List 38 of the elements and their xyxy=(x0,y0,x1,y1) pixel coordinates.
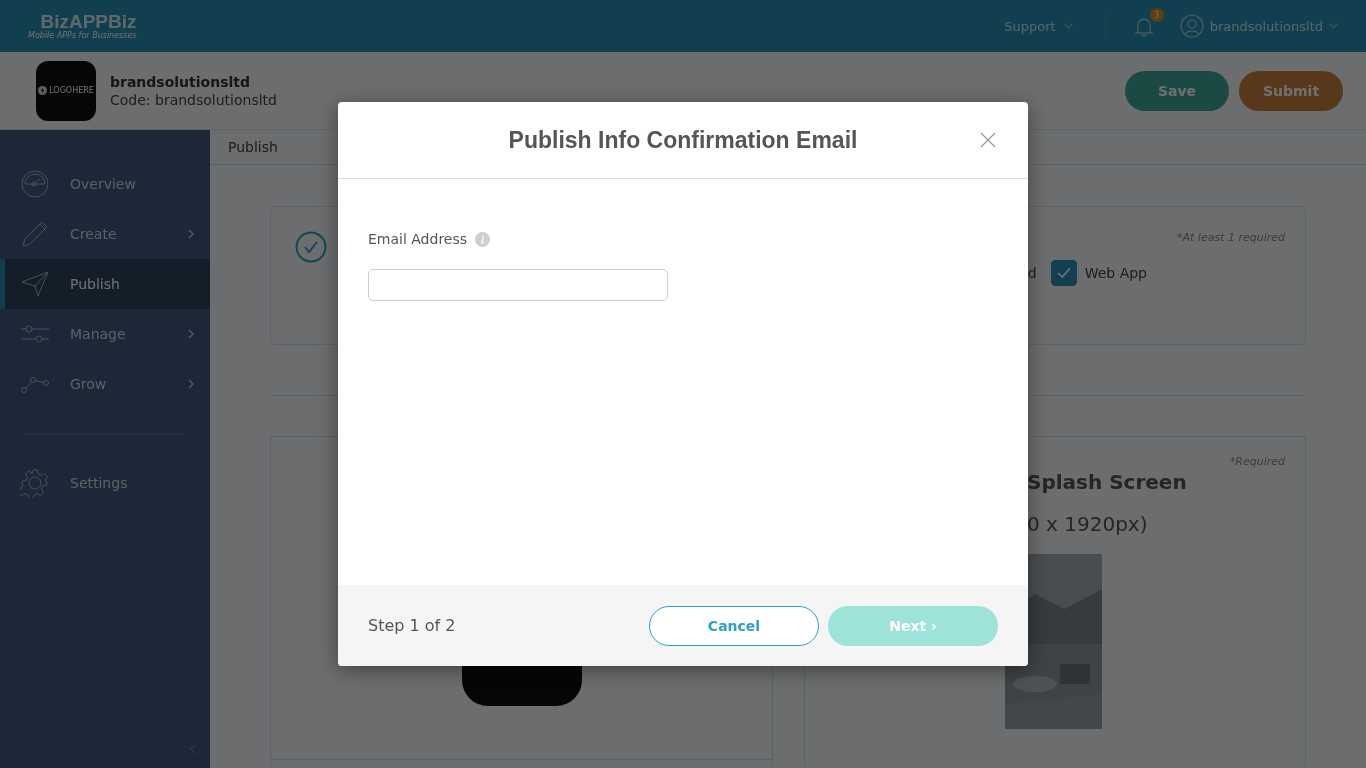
platform-label: Web App xyxy=(1084,265,1147,281)
pencil-icon xyxy=(20,219,50,249)
brand-tagline: Mobile APPs for Businesses xyxy=(28,32,137,40)
support-menu[interactable]: Support xyxy=(1004,18,1073,34)
field-label: Email Address xyxy=(368,231,468,247)
step-indicator: Step 1 of 2 xyxy=(368,616,456,635)
sidebar-item[interactable]: Manage xyxy=(0,309,210,359)
gauge-icon xyxy=(20,169,50,199)
breadcrumb: Publish xyxy=(228,139,278,155)
email-input[interactable] xyxy=(368,269,668,301)
account-name: brandsolutionsltd xyxy=(110,73,251,90)
checkbox[interactable] xyxy=(1050,260,1077,286)
splash-size: 0 x 1920px) xyxy=(1027,512,1149,536)
info-icon[interactable] xyxy=(475,231,491,247)
sidebar-item[interactable]: Settings xyxy=(0,458,210,508)
sidebar-item[interactable]: Overview xyxy=(0,159,210,209)
check-circle-icon xyxy=(295,231,327,263)
brand-logo[interactable]: BizAPPBiz xyxy=(40,12,137,31)
platform-label: d xyxy=(1027,265,1037,281)
send-icon xyxy=(20,269,50,299)
dialog-title: Publish Info Confirmation Email xyxy=(508,126,858,154)
cancel-button[interactable]: Cancel xyxy=(649,605,819,646)
chevron-down-icon xyxy=(1329,23,1338,29)
user-menu[interactable]: brandsolutionsltd xyxy=(1179,14,1338,38)
splash-title: Splash Screen xyxy=(1027,470,1188,494)
save-button[interactable]: Save xyxy=(1125,70,1229,111)
user-avatar-icon xyxy=(1179,14,1204,38)
notification-badge: 3 xyxy=(1149,8,1164,22)
sidebar-item[interactable]: Grow xyxy=(0,359,210,409)
sidebar-item[interactable]: Create xyxy=(0,209,210,259)
close-icon[interactable] xyxy=(980,132,996,148)
account-code: Code: brandsolutionsltd xyxy=(110,91,277,108)
check-icon xyxy=(1056,267,1071,279)
logo-text: LOGOHERE xyxy=(49,86,94,95)
settings-icon xyxy=(20,468,50,498)
sidebar-item[interactable]: Publish xyxy=(0,259,210,309)
chevron-down-icon xyxy=(1063,23,1073,29)
submit-button[interactable]: Submit xyxy=(1239,70,1343,111)
